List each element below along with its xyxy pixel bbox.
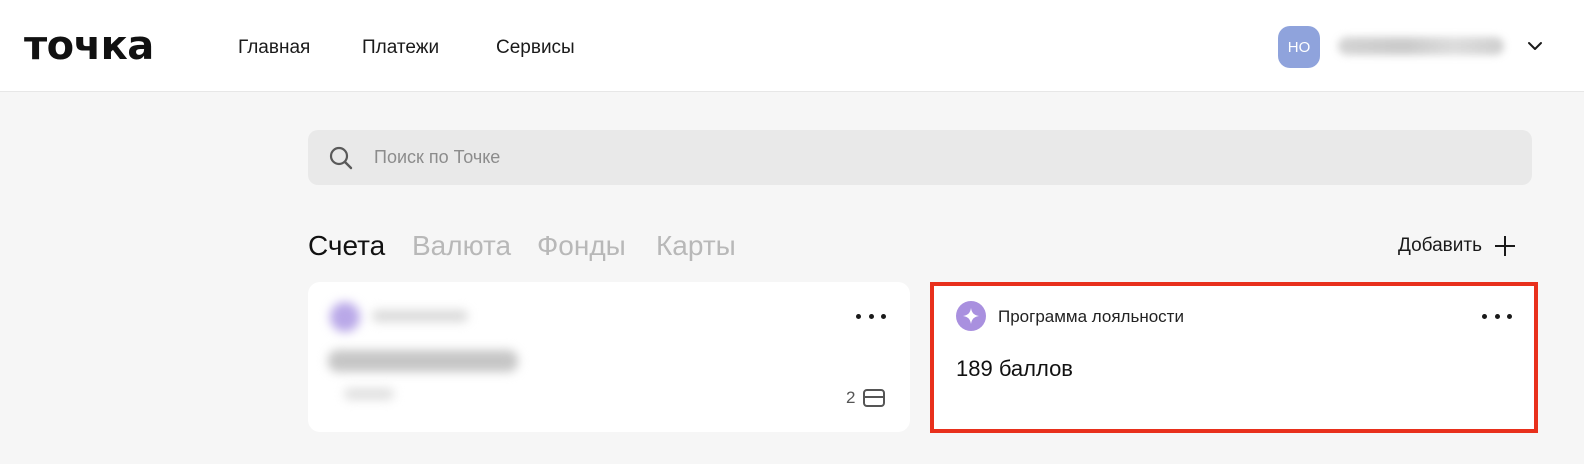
search-input[interactable]	[374, 130, 1514, 185]
avatar[interactable]: НО	[1278, 26, 1320, 68]
nav-item-services[interactable]: Сервисы	[496, 36, 575, 60]
tab-funds[interactable]: Фонды	[537, 228, 626, 264]
search-icon	[329, 146, 353, 170]
account-icon-blurred	[330, 302, 360, 332]
avatar-initials: НО	[1287, 38, 1311, 56]
top-header: точка Главная Платежи Сервисы НО	[0, 0, 1584, 92]
bank-card-icon	[863, 389, 885, 407]
logo[interactable]: точка	[24, 22, 154, 70]
account-balance-blurred	[328, 350, 518, 372]
cards-count: 2	[846, 388, 856, 407]
user-name-blurred[interactable]	[1338, 37, 1504, 55]
add-button-label: Добавить	[1398, 235, 1482, 256]
account-number-blurred	[344, 388, 394, 400]
account-card[interactable]: 2	[308, 282, 910, 432]
loyalty-points: 189 баллов	[956, 356, 1073, 381]
plus-icon	[1494, 236, 1515, 256]
more-options-button[interactable]	[856, 311, 886, 321]
more-options-button[interactable]	[1482, 311, 1512, 321]
tab-accounts[interactable]: Счета	[308, 228, 385, 264]
loyalty-card[interactable]: Программа лояльности 189 баллов	[930, 282, 1538, 433]
account-name-blurred	[372, 310, 468, 322]
loyalty-title: Программа лояльности	[998, 307, 1184, 326]
sparkle-icon	[956, 301, 986, 331]
tab-cards[interactable]: Карты	[656, 228, 736, 264]
nav-item-payments[interactable]: Платежи	[362, 36, 439, 60]
tab-currency[interactable]: Валюта	[412, 228, 511, 264]
search-bar[interactable]	[308, 130, 1532, 185]
nav-item-main[interactable]: Главная	[238, 36, 310, 60]
add-button[interactable]: Добавить	[1398, 232, 1516, 260]
chevron-down-icon[interactable]	[1527, 40, 1543, 52]
